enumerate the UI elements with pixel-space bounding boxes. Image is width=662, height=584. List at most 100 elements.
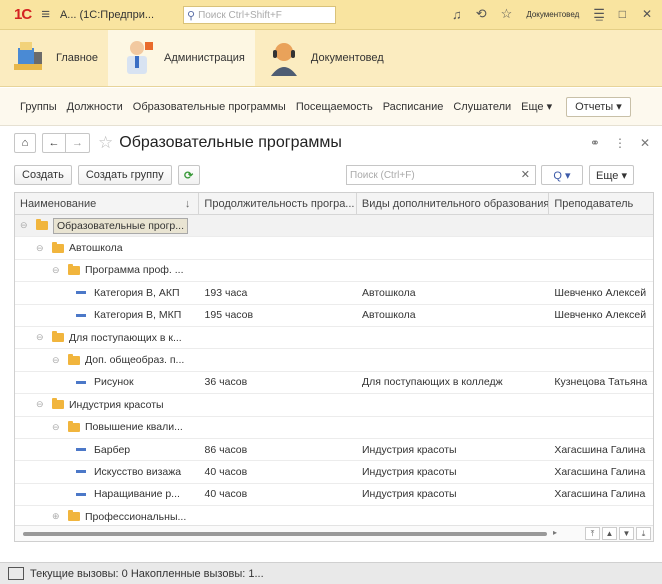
close-window-icon[interactable]: ✕ (642, 7, 652, 21)
horizontal-scrollbar[interactable]: ▸ ⤒ ▲ ▼ ⤓ (15, 525, 653, 541)
scroll-bottom-icon[interactable]: ⤓ (636, 527, 651, 540)
row-name: Автошкола (69, 242, 123, 255)
cell-kind: Автошкола (362, 309, 416, 322)
collapse-icon[interactable]: ⊖ (52, 355, 64, 366)
create-group-button[interactable]: Создать группу (77, 165, 172, 185)
folder-icon (68, 510, 80, 522)
page-title: Образовательные программы (119, 134, 342, 151)
cell-teacher (549, 237, 653, 258)
row-name: Наращивание р... (94, 488, 180, 501)
nav-schedule[interactable]: Расписание (383, 101, 444, 113)
scroll-up-icon[interactable]: ▲ (602, 527, 617, 540)
home-section-icon (10, 38, 48, 78)
cell-kind: Индустрия красоты (362, 443, 457, 456)
cell-teacher (549, 394, 653, 415)
form-menu-icon[interactable]: ⋮ (614, 136, 626, 150)
close-form-icon[interactable]: ✕ (640, 136, 650, 150)
cell-kind: Индустрия красоты (362, 465, 457, 478)
cell-teacher: Хагасшина Галина (554, 465, 646, 478)
nav-educational-programs[interactable]: Образовательные программы (133, 101, 286, 113)
collapse-icon[interactable]: ⊖ (36, 332, 48, 343)
nav-more-menu[interactable]: Еще ▾ (521, 100, 552, 113)
clear-search-icon[interactable]: ✕ (521, 168, 530, 181)
table-row[interactable]: Барбер 86 часов Индустрия красоты Хагасшина… (15, 439, 653, 462)
status-text: Текущие вызовы: 0 Накопленные вызовы: 1.… (30, 567, 264, 580)
cell-name: Искусство визажа (15, 461, 200, 482)
cell-kind (357, 260, 549, 281)
main-menu-icon[interactable]: ≡ (41, 6, 50, 23)
table-row[interactable]: ⊖ Автошкола (15, 237, 653, 260)
current-user[interactable]: Документовед (526, 10, 579, 19)
minimize-icon[interactable]: _ (596, 7, 603, 21)
scroll-top-icon[interactable]: ⤒ (585, 527, 600, 540)
list-search-input[interactable]: Поиск (Ctrl+F) ✕ (346, 165, 536, 185)
cell-kind (357, 215, 549, 236)
column-header-duration[interactable]: Продолжительность програ... (199, 193, 357, 215)
command-bar: Создать Создать группу ⟳ Поиск (Ctrl+F) … (0, 162, 662, 188)
section-administration[interactable]: Администрация (108, 30, 255, 86)
column-header-kind[interactable]: Виды дополнительного образования (357, 193, 550, 215)
cell-duration: 195 часов (204, 309, 254, 322)
find-button[interactable]: Q ▾ (541, 165, 583, 185)
scrollbar-thumb[interactable] (23, 532, 547, 536)
cell-teacher: Хагасшина Галина (554, 443, 646, 456)
table-row[interactable]: Категория В, МКП 195 часов Автошкола Шевчен… (15, 305, 653, 327)
history-icon[interactable]: ⟲ (476, 6, 487, 22)
collapse-icon[interactable]: ⊖ (52, 265, 64, 276)
collapse-icon[interactable]: ⊖ (20, 220, 32, 231)
collapse-icon[interactable]: ⊖ (36, 399, 48, 410)
table-row[interactable]: ⊖ Повышение квали... (15, 417, 653, 439)
collapse-icon[interactable]: ⊖ (36, 243, 48, 254)
reports-button[interactable]: Отчеты ▾ (566, 96, 631, 117)
more-actions-button[interactable]: Еще ▾ (589, 165, 634, 185)
nav-attendance[interactable]: Посещаемость (296, 101, 373, 113)
section-document-manager[interactable]: Документовед (255, 30, 394, 86)
table-row[interactable]: ⊖ Образовательные прогр... (15, 215, 653, 238)
add-to-favorites-icon[interactable]: ☆ (98, 133, 113, 153)
link-icon[interactable]: ⚭ (590, 136, 600, 150)
table-row[interactable]: Категория В, АКП 193 часа Автошкола Шевченк… (15, 282, 653, 305)
global-search-placeholder: Поиск Ctrl+Shift+F (198, 9, 282, 21)
maximize-icon[interactable]: □ (619, 7, 626, 21)
element-icon (76, 291, 86, 295)
status-bar: Текущие вызовы: 0 Накопленные вызовы: 1.… (0, 562, 662, 584)
sections-panel: Главное Администрация Документовед (0, 30, 662, 87)
section-main[interactable]: Главное (0, 30, 108, 86)
nav-students[interactable]: Слушатели (453, 101, 511, 113)
scroll-right-icon[interactable]: ▸ (553, 528, 557, 537)
folder-icon (52, 398, 64, 410)
table-row[interactable]: Наращивание р... 40 часов Индустрия красот… (15, 484, 653, 507)
table-row[interactable]: ⊖ Индустрия красоты (15, 394, 653, 417)
table-body: ⊖ Образовательные прогр... ⊖ Автошкола ⊖ Прог… (15, 215, 653, 541)
table-row[interactable]: ⊖ Доп. общеобраз. п... (15, 349, 653, 372)
table-row[interactable]: ⊖ Для поступающих в к... (15, 327, 653, 350)
expand-icon[interactable]: ⊕ (52, 511, 64, 522)
title-bar: 1С ≡ A... (1С:Предпри... ⚲ Поиск Ctrl+Sh… (0, 0, 662, 30)
global-search-input[interactable]: ⚲ Поиск Ctrl+Shift+F (183, 6, 336, 24)
cell-name: Категория В, АКП (15, 282, 200, 303)
row-name: Индустрия красоты (69, 398, 164, 411)
table-row[interactable]: Рисунок 36 часов Для поступающих в колледж… (15, 372, 653, 395)
refresh-icon[interactable]: ⟳ (177, 165, 200, 185)
column-header-teacher[interactable]: Преподаватель (549, 193, 653, 215)
create-button[interactable]: Создать (14, 165, 72, 185)
row-name: Программа проф. ... (85, 264, 184, 277)
table-row[interactable]: Искусство визажа 40 часов Индустрия красот… (15, 461, 653, 484)
favorites-star-icon[interactable]: ☆ (501, 6, 513, 22)
notifications-bell-icon[interactable]: ♫ (452, 7, 462, 22)
collapse-icon[interactable]: ⊖ (52, 422, 64, 433)
cell-name: ⊖ Образовательные прогр... (15, 215, 199, 236)
function-panel: Группы Должности Образовательные програм… (0, 88, 662, 126)
table-row[interactable]: ⊖ Программа проф. ... (15, 260, 653, 283)
home-button[interactable]: ⌂ (14, 133, 36, 153)
column-header-name[interactable]: Наименование ↓ (15, 193, 200, 215)
administration-section-icon (118, 38, 156, 78)
nav-positions[interactable]: Должности (67, 101, 123, 113)
forward-button[interactable]: → (66, 133, 90, 153)
scroll-down-icon[interactable]: ▼ (619, 527, 634, 540)
section-main-label: Главное (56, 52, 99, 64)
nav-groups[interactable]: Группы (20, 101, 57, 113)
cell-teacher (549, 327, 653, 348)
back-button[interactable]: ← (42, 133, 66, 153)
row-name: Для поступающих в к... (69, 331, 182, 344)
